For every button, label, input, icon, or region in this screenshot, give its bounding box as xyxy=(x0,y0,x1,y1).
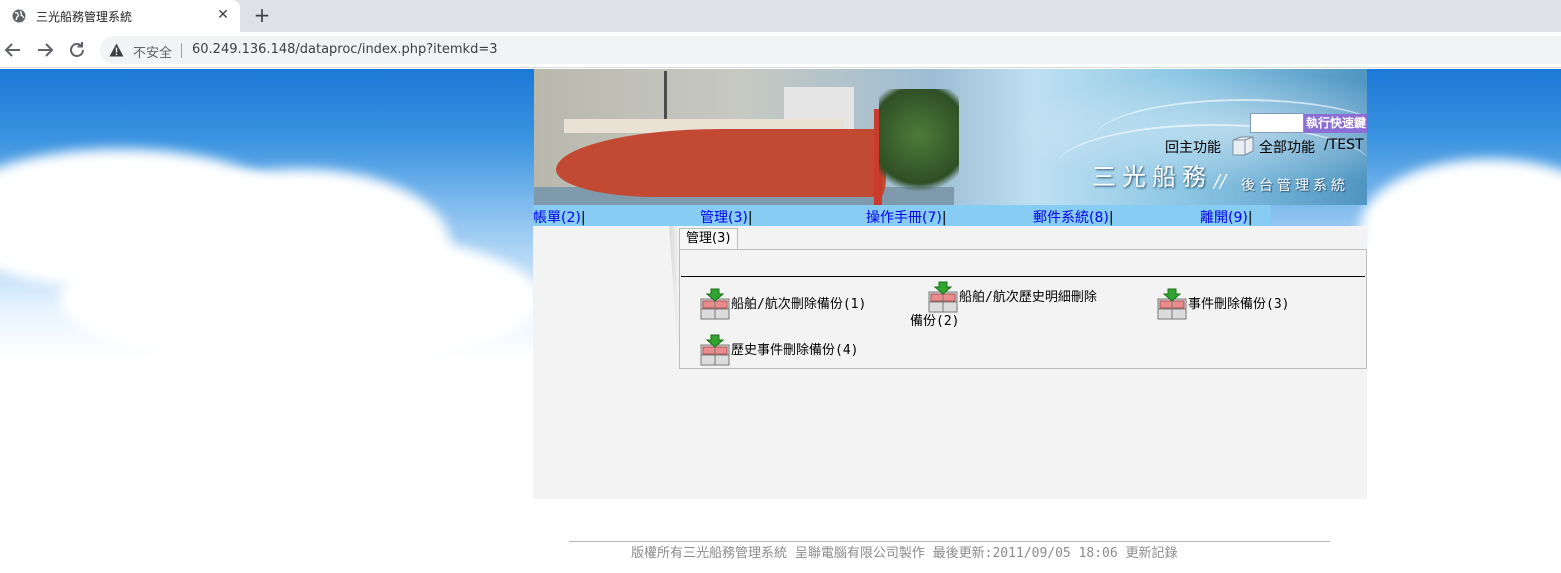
history-event-delete-backup-link[interactable]: 歷史事件刪除備份(4) xyxy=(700,334,900,368)
content-area: 管理(3) 船舶/航次刪除備份(1) 船舶/航次歷史明細刪除 備份(2) 事件刪… xyxy=(533,226,1367,499)
tab-management[interactable]: 管理(3) xyxy=(679,228,738,249)
menu-separator: | xyxy=(747,210,753,226)
menu-label[interactable]: 管理(3) xyxy=(700,210,748,226)
copyright-text: 版權所有三光船務管理系統 呈聯電腦有限公司製作 最後更新:2011/09/05 … xyxy=(631,546,1118,561)
brand-slash: // xyxy=(1214,171,1227,192)
menu-label[interactable]: 操作手冊(7) xyxy=(866,210,942,226)
menu-label[interactable]: 帳單(2) xyxy=(533,210,581,226)
omnibox-divider xyxy=(181,43,182,58)
menu-item-manual[interactable]: 操作手冊(7)| xyxy=(866,207,947,227)
main-functions-link[interactable]: 回主功能 xyxy=(1165,137,1221,157)
url-text[interactable]: 60.249.136.148/dataproc/index.php?itemkd… xyxy=(192,42,498,57)
panel-divider xyxy=(681,276,1365,277)
menu-item-management[interactable]: 管理(3)| xyxy=(700,207,753,227)
item-label[interactable]: 船舶/航次刪除備份(1) xyxy=(731,293,866,312)
database-backup-icon xyxy=(928,281,958,313)
header-banner: 執行快速鍵 回主功能 全部功能 /TEST 三光船務 // 後台管理系統 xyxy=(534,69,1367,205)
item-label[interactable]: 事件刪除備份(3) xyxy=(1188,293,1289,312)
ship-hull xyxy=(556,129,886,197)
panel-shadow xyxy=(669,226,679,369)
brand-title: 三光船務 xyxy=(1092,163,1212,191)
page-container: 執行快速鍵 回主功能 全部功能 /TEST 三光船務 // 後台管理系統 帳單(… xyxy=(533,69,1367,499)
database-backup-icon xyxy=(700,288,730,320)
all-functions-link[interactable]: 全部功能 xyxy=(1259,137,1315,157)
address-bar[interactable]: 不安全 60.249.136.148/dataproc/index.php?it… xyxy=(100,36,1561,64)
folder-icon[interactable] xyxy=(1231,133,1255,157)
warning-icon xyxy=(109,43,124,57)
database-backup-icon xyxy=(700,334,730,366)
menu-label[interactable]: 郵件系統(8) xyxy=(1033,210,1109,226)
globe-icon xyxy=(12,9,26,23)
menu-item-exit[interactable]: 離開(9)| xyxy=(1200,207,1253,227)
menu-item-billing[interactable]: 帳單(2)| xyxy=(533,207,586,227)
brand-subtitle: 後台管理系統 xyxy=(1241,178,1349,194)
menu-label[interactable]: 離開(9) xyxy=(1200,210,1248,226)
browser-toolbar: 不安全 60.249.136.148/dataproc/index.php?it… xyxy=(0,32,1561,68)
cloud xyxy=(60,229,540,369)
main-menu: 帳單(2)| 管理(3)| 操作手冊(7)| 郵件系統(8)| 離開(9)| xyxy=(533,205,1271,226)
tab-title: 三光船務管理系統 xyxy=(36,10,133,24)
database-backup-icon xyxy=(1157,288,1187,320)
item-label[interactable]: 歷史事件刪除備份(4) xyxy=(731,339,858,358)
reload-icon[interactable] xyxy=(65,38,89,62)
browser-tabstrip: 三光船務管理系統 ✕ + xyxy=(0,0,1561,32)
ship-voyage-history-delete-backup-link[interactable]: 船舶/航次歷史明細刪除 備份(2) xyxy=(910,281,1140,329)
menu-separator: | xyxy=(941,210,947,226)
back-arrow-icon[interactable] xyxy=(1,38,25,62)
ship-mast xyxy=(664,71,667,125)
footer: 版權所有三光船務管理系統 呈聯電腦有限公司製作 最後更新:2011/09/05 … xyxy=(631,542,1178,561)
not-secure-label: 不安全 xyxy=(133,46,173,61)
menu-item-mail[interactable]: 郵件系統(8)| xyxy=(1033,207,1114,227)
forward-arrow-icon[interactable] xyxy=(33,38,57,62)
current-user: /TEST xyxy=(1324,137,1364,153)
run-quick-key-button[interactable]: 執行快速鍵 xyxy=(1304,114,1367,133)
menu-separator: | xyxy=(580,210,586,226)
management-panel: 船舶/航次刪除備份(1) 船舶/航次歷史明細刪除 備份(2) 事件刪除備份(3)… xyxy=(679,249,1367,369)
close-tab-icon[interactable]: ✕ xyxy=(214,6,232,24)
item-label[interactable]: 船舶/航次歷史明細刪除 xyxy=(959,286,1097,305)
browser-tab[interactable]: 三光船務管理系統 ✕ xyxy=(0,0,240,32)
page-viewport: 執行快速鍵 回主功能 全部功能 /TEST 三光船務 // 後台管理系統 帳單(… xyxy=(0,69,1561,573)
ship-voyage-delete-backup-link[interactable]: 船舶/航次刪除備份(1) xyxy=(700,288,900,322)
new-tab-button[interactable]: + xyxy=(251,3,273,27)
menu-separator: | xyxy=(1108,210,1114,226)
event-delete-backup-link[interactable]: 事件刪除備份(3) xyxy=(1157,288,1317,322)
changelog-link[interactable]: 更新記錄 xyxy=(1126,546,1178,561)
item-label-continued[interactable]: 備份(2) xyxy=(910,310,959,329)
quick-key-input[interactable] xyxy=(1250,113,1304,133)
menu-separator: | xyxy=(1247,210,1253,226)
